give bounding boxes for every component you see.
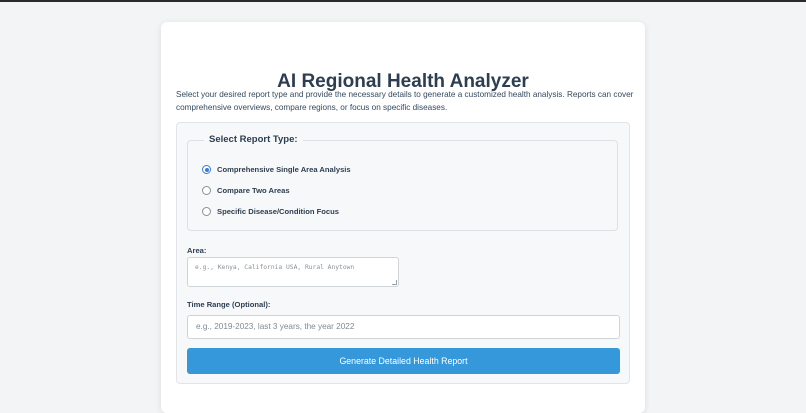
area-placeholder: e.g., Kenya, California USA, Rural Anyto… — [195, 264, 355, 271]
area-textarea[interactable]: e.g., Kenya, California USA, Rural Anyto… — [187, 257, 399, 287]
report-type-fieldset: Select Report Type: Comprehensive Single… — [187, 134, 618, 231]
window-top-border — [0, 0, 806, 2]
option-compare-two-areas[interactable]: Compare Two Areas — [202, 186, 290, 195]
time-range-input[interactable]: e.g., 2019-2023, last 3 years, the year … — [187, 315, 620, 339]
radio-compare-two-areas[interactable] — [202, 186, 211, 195]
report-form: Select Report Type: Comprehensive Single… — [176, 122, 630, 384]
radio-specific-disease-focus[interactable] — [202, 207, 211, 216]
time-range-placeholder: e.g., 2019-2023, last 3 years, the year … — [196, 322, 355, 331]
radio-comprehensive-single-area[interactable] — [202, 165, 211, 174]
time-range-label: Time Range (Optional): — [187, 300, 271, 309]
option-label: Specific Disease/Condition Focus — [217, 207, 339, 216]
option-comprehensive-single-area[interactable]: Comprehensive Single Area Analysis — [202, 165, 351, 174]
intro-text: Select your desired report type and prov… — [176, 90, 634, 112]
area-label: Area: — [187, 246, 207, 255]
resize-handle-icon[interactable] — [392, 280, 397, 285]
option-label: Compare Two Areas — [217, 186, 290, 195]
option-label: Comprehensive Single Area Analysis — [217, 165, 351, 174]
report-type-legend: Select Report Type: — [204, 134, 303, 145]
analyzer-card: AI Regional Health Analyzer Select your … — [161, 22, 645, 413]
option-specific-disease-focus[interactable]: Specific Disease/Condition Focus — [202, 207, 339, 216]
generate-report-button[interactable]: Generate Detailed Health Report — [187, 348, 620, 374]
